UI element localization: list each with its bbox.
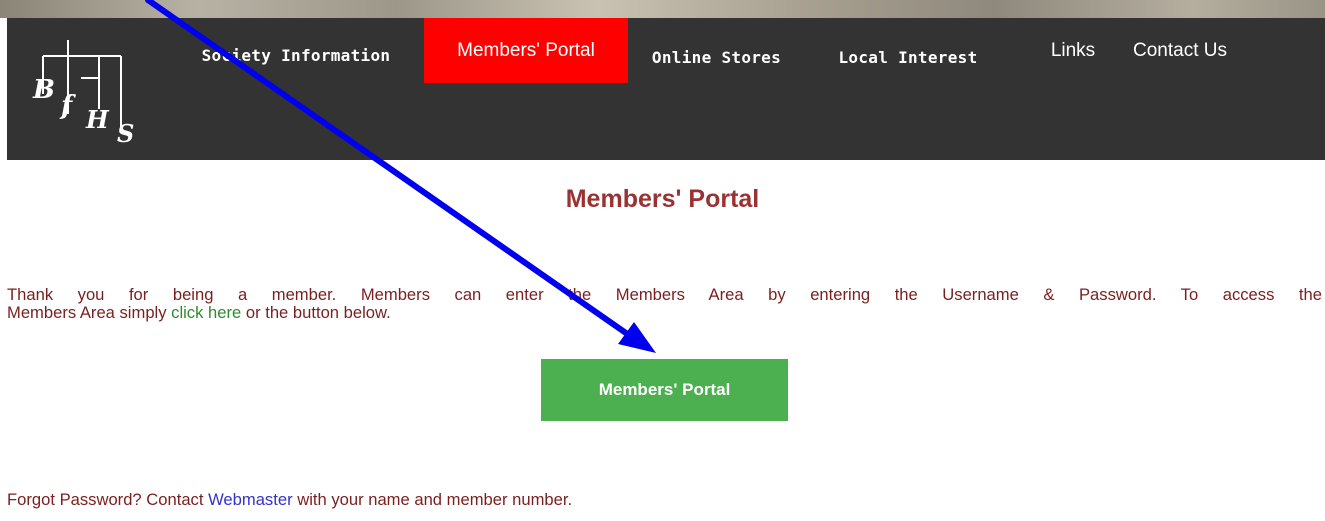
page-title: Members' Portal: [565, 185, 760, 213]
nav-item-members-portal[interactable]: Members' Portal: [424, 18, 628, 83]
svg-text:S: S: [117, 119, 134, 144]
intro-line-2-prefix: Members Area simply: [7, 303, 172, 322]
nav-item-label: Society Information: [201, 46, 391, 65]
forgot-suffix: with your name and member number.: [292, 490, 573, 509]
nav-item-online-stores[interactable]: Online Stores: [639, 18, 794, 83]
main-navbar: B f H S Society Information Members' Por…: [7, 18, 1325, 160]
svg-text:B: B: [32, 75, 55, 105]
click-here-link[interactable]: click here: [171, 303, 241, 322]
intro-line-2-suffix: or the button below.: [241, 303, 391, 322]
forgot-prefix: Forgot Password? Contact: [7, 490, 209, 509]
members-portal-button[interactable]: Members' Portal: [541, 359, 788, 421]
nav-item-society-information[interactable]: Society Information: [185, 18, 407, 83]
nav-item-label: Links: [1050, 40, 1096, 61]
nav-item-links[interactable]: Links: [1043, 18, 1103, 83]
forgot-password-text: Forgot Password? Contact Webmaster with …: [7, 490, 572, 510]
nav-item-local-interest[interactable]: Local Interest: [825, 18, 991, 83]
nav-item-label: Members' Portal: [457, 40, 595, 61]
bfhs-logo-icon[interactable]: B f H S: [31, 34, 151, 148]
svg-text:H: H: [85, 105, 110, 134]
page: B f H S Society Information Members' Por…: [0, 0, 1325, 521]
nav-item-contact-us[interactable]: Contact Us: [1117, 18, 1243, 83]
header-banner-image: [0, 0, 1325, 18]
nav-item-label: Online Stores: [651, 48, 782, 67]
webmaster-link[interactable]: Webmaster: [208, 490, 293, 509]
intro-line-1: Thank you for being a member. Members ca…: [7, 285, 1322, 304]
svg-text:f: f: [59, 91, 76, 121]
nav-item-label: Local Interest: [838, 48, 978, 67]
intro-paragraph: Thank you for being a member. Members ca…: [7, 286, 1322, 322]
nav-item-label: Contact Us: [1133, 40, 1227, 61]
